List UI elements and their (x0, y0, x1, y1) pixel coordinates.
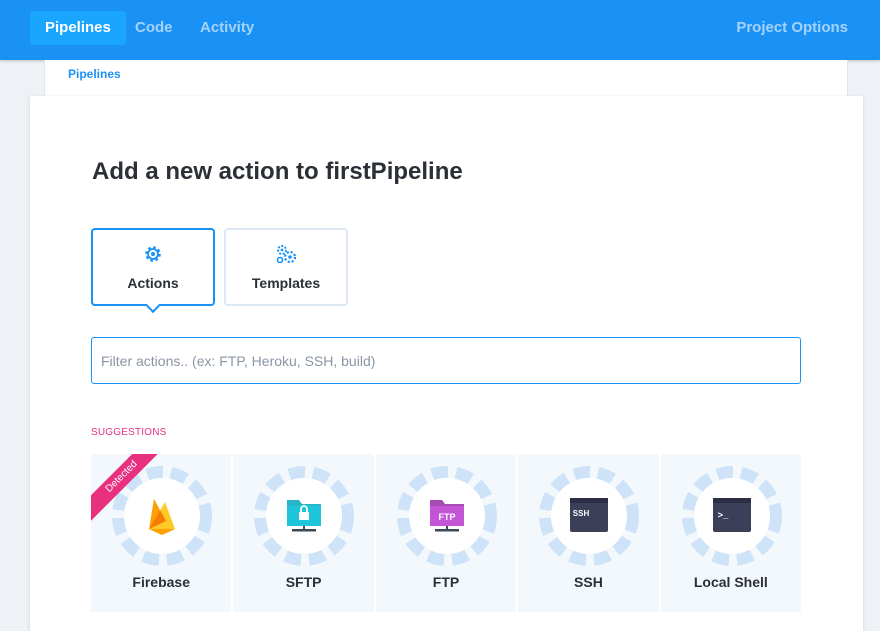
tab-templates-label: Templates (251, 275, 321, 291)
ftp-folder-icon: FTP (427, 494, 467, 536)
ssh-terminal-icon: SSH (569, 494, 609, 536)
suggestion-firebase[interactable]: Detected Firebase (91, 454, 232, 612)
nav-tab-pipelines[interactable]: Pipelines (30, 11, 126, 45)
ftp-badge-text: FTP (438, 512, 455, 522)
top-nav: Pipelines Code Activity Project Options (0, 0, 880, 60)
suggestion-ssh[interactable]: SSH SSH (518, 454, 659, 612)
suggestion-local-shell[interactable]: >_ Local Shell (660, 454, 802, 612)
suggestion-sftp[interactable]: SFTP (233, 454, 374, 612)
gears-icon (226, 244, 346, 264)
suggestion-ftp[interactable]: FTP FTP (375, 454, 517, 612)
terminal-prompt-text: >_ (717, 511, 728, 521)
nav-tab-activity[interactable]: Activity (185, 11, 269, 45)
suggestion-label: FTP (432, 574, 460, 590)
firebase-icon (142, 494, 182, 536)
tab-templates[interactable]: Templates (224, 228, 348, 306)
suggestions-heading: SUGGESTIONS (91, 427, 167, 438)
project-options-link[interactable]: Project Options (736, 11, 848, 45)
tab-actions[interactable]: Actions (91, 228, 215, 306)
gear-icon (93, 244, 213, 264)
nav-tab-code[interactable]: Code (120, 11, 188, 45)
ssh-badge-text: SSH (573, 509, 590, 518)
suggestion-label: SSH (574, 574, 603, 590)
breadcrumb-bar: Pipelines (44, 60, 848, 100)
add-action-card: Add a new action to firstPipeline Action… (30, 96, 863, 631)
filter-actions-input[interactable] (91, 337, 801, 384)
suggestion-label: Local Shell (693, 574, 768, 590)
terminal-icon: >_ (712, 494, 752, 536)
suggestion-label: SFTP (285, 574, 322, 590)
breadcrumb-pipelines[interactable]: Pipelines (68, 67, 121, 81)
tab-actions-label: Actions (127, 275, 179, 291)
sftp-folder-icon (284, 494, 324, 536)
page-title: Add a new action to firstPipeline (92, 158, 463, 185)
suggestion-label: Firebase (132, 574, 190, 590)
suggestions-list: Detected Firebase SFTP FTP FTP SSH SSH >… (91, 454, 802, 614)
